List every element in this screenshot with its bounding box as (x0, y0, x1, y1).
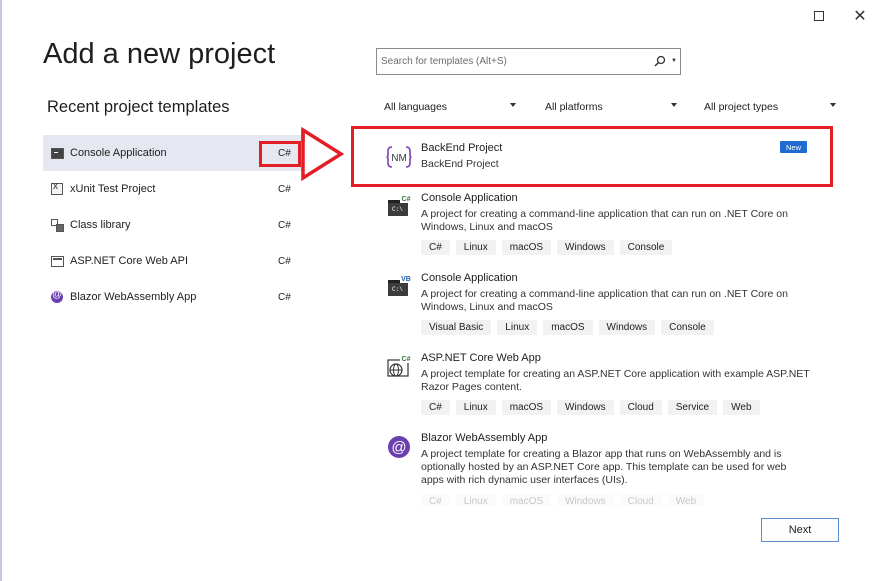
template-aspnet-core-web-app[interactable]: C# ASP.NET Core Web App A project templa… (386, 352, 816, 422)
close-icon[interactable]: ✕ (850, 6, 870, 26)
template-console-application-csharp[interactable]: C:\ C# Console Application A project for… (386, 192, 816, 262)
svg-text:C:\: C:\ (392, 206, 403, 213)
chevron-down-icon (671, 103, 677, 107)
recent-item-label: Console Application (70, 147, 167, 159)
template-tags: C# Linux macOS Windows Console (421, 240, 673, 255)
next-button[interactable]: Next (761, 518, 839, 542)
template-description: BackEnd Project (421, 158, 499, 170)
svg-text:VB: VB (401, 276, 411, 283)
svg-text:C:\: C:\ (392, 286, 403, 293)
tag: Console (619, 240, 673, 255)
template-console-application-vb[interactable]: C:\ VB Console Application A project for… (386, 272, 816, 342)
template-name: ASP.NET Core Web App (421, 352, 541, 364)
filter-platforms-label: All platforms (545, 101, 603, 113)
template-description: A project template for creating an ASP.N… (421, 368, 810, 393)
template-description: A project for creating a command-line ap… (421, 288, 788, 313)
blazor-icon (50, 289, 64, 304)
web-app-globe-icon: C# (387, 354, 412, 377)
tag: Linux (455, 400, 496, 415)
tag: C# (421, 400, 450, 415)
tag: Visual Basic (421, 320, 492, 335)
recent-item-class-library[interactable]: Class library C# (43, 207, 304, 243)
recent-item-label: xUnit Test Project (70, 183, 156, 195)
console-vb-icon: C:\ VB (388, 274, 412, 296)
recent-item-lang: C# (278, 255, 291, 267)
chevron-down-icon (830, 103, 836, 107)
recent-templates-title: Recent project templates (47, 98, 230, 116)
search-templates-field[interactable]: ▼ (376, 48, 681, 75)
tag: Web (667, 494, 705, 506)
template-backend-project[interactable]: NM BackEnd Project BackEnd Project (386, 142, 816, 172)
tag: Windows (557, 400, 614, 415)
recent-item-label: Class library (70, 219, 131, 231)
svg-text:C#: C# (402, 356, 411, 363)
chevron-down-icon (510, 103, 516, 107)
page-title: Add a new project (43, 38, 276, 70)
filter-languages-label: All languages (384, 101, 448, 113)
tag: Windows (557, 494, 614, 506)
tag: Console (661, 320, 714, 335)
web-api-icon (50, 254, 64, 268)
svg-text:NM: NM (391, 153, 407, 164)
recent-item-lang: C# (278, 291, 291, 303)
recent-item-lang: C# (278, 183, 291, 195)
recent-item-label: ASP.NET Core Web API (70, 255, 189, 267)
template-tags: C# Linux macOS Windows Cloud Service Web (421, 400, 760, 415)
search-icon[interactable] (654, 55, 666, 67)
new-badge: New (780, 141, 807, 153)
template-description: A project template for creating a Blazor… (421, 448, 787, 486)
filter-languages[interactable]: All languages (378, 97, 518, 117)
svg-text:@: @ (391, 439, 406, 456)
tag: Cloud (619, 400, 662, 415)
window-left-border (0, 0, 2, 581)
tag: macOS (501, 240, 552, 255)
template-name: Console Application (421, 192, 518, 204)
tag: Windows (598, 320, 656, 335)
tag: C# (421, 240, 450, 255)
annotation-arrow-icon (301, 126, 345, 182)
filter-platforms[interactable]: All platforms (539, 97, 679, 117)
tag: Web (723, 400, 760, 415)
class-library-icon (50, 218, 64, 232)
recent-item-aspnet-core-web-api[interactable]: ASP.NET Core Web API C# (43, 243, 304, 279)
recent-item-blazor-webassembly-app[interactable]: Blazor WebAssembly App C# (43, 279, 304, 315)
template-blazor-webassembly-app[interactable]: @ Blazor WebAssembly App A project templ… (386, 432, 816, 506)
backend-project-icon: NM (386, 146, 412, 168)
tag: Windows (557, 240, 614, 255)
tag: macOS (543, 320, 593, 335)
maximize-icon[interactable] (809, 6, 829, 26)
blazor-icon: @ (388, 436, 410, 458)
tag: macOS (501, 494, 552, 506)
tag: Service (667, 400, 718, 415)
tag: Linux (455, 240, 496, 255)
console-csharp-icon: C:\ C# (388, 194, 412, 216)
search-input[interactable] (381, 56, 641, 67)
filter-project-types[interactable]: All project types (698, 97, 838, 117)
tag: Linux (455, 494, 496, 506)
tag: macOS (501, 400, 552, 415)
recent-item-lang: C# (278, 219, 291, 231)
template-tags: C# Linux macOS Windows Cloud Web (421, 494, 705, 506)
template-name: Console Application (421, 272, 518, 284)
svg-text:C#: C# (402, 196, 411, 203)
template-tags: Visual Basic Linux macOS Windows Console (421, 320, 714, 335)
template-name: Blazor WebAssembly App (421, 432, 548, 444)
recent-item-label: Blazor WebAssembly App (70, 291, 197, 303)
console-icon (50, 146, 64, 160)
template-name: BackEnd Project (421, 142, 503, 154)
tag: C# (421, 494, 450, 506)
xunit-icon (50, 181, 64, 196)
filter-project-types-label: All project types (704, 101, 779, 113)
template-description: A project for creating a command-line ap… (421, 208, 788, 233)
tag: Cloud (619, 494, 662, 506)
search-dropdown-icon[interactable]: ▼ (671, 58, 677, 64)
tag: Linux (497, 320, 538, 335)
